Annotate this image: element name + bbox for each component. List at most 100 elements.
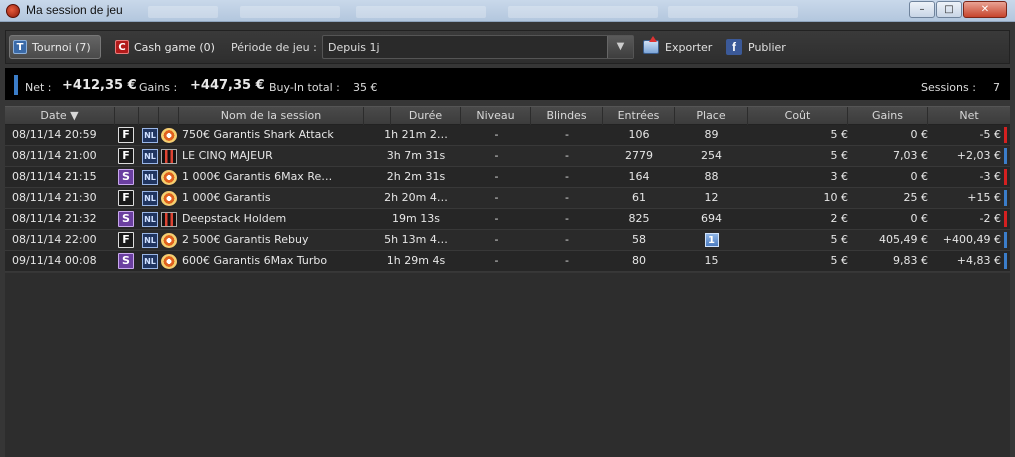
column-header-entries[interactable]: Entrées	[603, 107, 675, 126]
session-level: -	[494, 212, 499, 225]
session-gains: 405,49 €	[879, 233, 928, 246]
result-indicator	[1004, 232, 1007, 248]
facebook-icon: f	[726, 39, 742, 55]
column-header-place[interactable]: Place	[675, 107, 748, 126]
sessions-value: 7	[993, 81, 1000, 94]
summary-bar: Net : +412,35 € Gains : +447,35 € Buy-In…	[5, 68, 1010, 100]
place-value: 254	[701, 149, 722, 162]
poker-room-icon	[161, 191, 177, 206]
table-row[interactable]: 08/11/14 21:15 S NL 1 000€ Garantis 6Max Re…	[5, 167, 1010, 188]
column-header-name[interactable]: Nom de la session	[179, 107, 364, 126]
session-window: T Tournoi (7) C Cash game (0) Période de…	[0, 22, 1015, 457]
summary-indicator	[14, 75, 18, 95]
session-blinds: -	[565, 149, 569, 162]
column-header-type[interactable]	[115, 107, 139, 126]
table-header: Date ▼ Nom de la session Durée Niveau Bl…	[5, 106, 1010, 126]
column-header-gains[interactable]: Gains	[848, 107, 928, 126]
period-select[interactable]: Depuis 1j ▼	[322, 35, 634, 59]
title-bar: Ma session de jeu – □ ✕	[0, 0, 1015, 22]
session-level: -	[494, 128, 499, 141]
first-place-badge: 1	[704, 233, 719, 247]
session-gains: 0 €	[910, 128, 929, 141]
table-row[interactable]: 09/11/14 00:08 S NL 600€ Garantis 6Max Turb…	[5, 251, 1010, 272]
table-row[interactable]: 08/11/14 21:30 F NL 1 000€ Garantis 2h 20m 4…	[5, 188, 1010, 209]
column-header-net[interactable]: Net	[928, 107, 1010, 126]
period-value: Depuis 1j	[328, 41, 380, 54]
session-place: 88	[675, 167, 748, 187]
column-header-blinds[interactable]: Blindes	[531, 107, 603, 126]
session-place: 254	[675, 146, 748, 166]
sessions-table: Date ▼ Nom de la session Durée Niveau Bl…	[5, 106, 1010, 272]
table-row[interactable]: 08/11/14 21:32 S NL Deepstack Holdem 19m 13s…	[5, 209, 1010, 230]
session-entries: 825	[628, 212, 650, 225]
background-tab-ghost	[356, 6, 486, 18]
session-place: 89	[675, 125, 748, 145]
column-header-date[interactable]: Date ▼	[5, 107, 115, 126]
session-level: -	[494, 191, 499, 204]
session-level: -	[494, 170, 499, 183]
column-header-room[interactable]	[159, 107, 179, 126]
session-level: -	[494, 254, 499, 267]
chevron-down-icon[interactable]: ▼	[607, 36, 633, 58]
session-blinds: -	[565, 170, 569, 183]
poker-room-icon	[161, 212, 177, 227]
place-value: 694	[701, 212, 722, 225]
result-indicator	[1004, 253, 1007, 269]
session-name: 2 500€ Garantis Rebuy	[182, 233, 309, 246]
session-place: 15	[675, 251, 748, 271]
session-cost: 10 €	[823, 191, 849, 204]
session-gains: 0 €	[910, 170, 929, 183]
game-type-badge-icon: F	[118, 232, 134, 248]
game-type-badge-icon: F	[118, 148, 134, 164]
background-tab-ghost	[240, 6, 340, 18]
no-limit-icon: NL	[142, 128, 158, 143]
result-indicator	[1004, 211, 1007, 227]
table-row[interactable]: 08/11/14 20:59 F NL 750€ Garantis Shark Att…	[5, 125, 1010, 146]
session-duration: 2h 20m 4…	[384, 191, 448, 204]
result-indicator	[1004, 148, 1007, 164]
column-header-limit[interactable]	[139, 107, 159, 126]
minimize-button[interactable]: –	[909, 1, 935, 18]
publish-button[interactable]: f Publier	[726, 36, 786, 58]
session-cost: 5 €	[830, 149, 849, 162]
tournament-badge-icon: T	[13, 40, 27, 54]
no-limit-icon: NL	[142, 254, 158, 269]
period-label: Période de jeu :	[231, 41, 317, 54]
background-tab-ghost	[668, 6, 798, 18]
session-duration: 3h 7m 31s	[386, 149, 446, 162]
poker-room-icon	[161, 254, 177, 269]
session-gains: 0 €	[910, 212, 929, 225]
session-entries: 80	[632, 254, 646, 267]
maximize-button[interactable]: □	[936, 1, 962, 18]
sessions-label: Sessions :	[921, 81, 976, 94]
place-value: 89	[704, 128, 719, 141]
tab-tournoi[interactable]: T Tournoi (7)	[9, 35, 101, 59]
session-date: 08/11/14 21:00	[12, 149, 97, 162]
session-cost: 5 €	[830, 128, 849, 141]
tab-cash-game[interactable]: C Cash game (0)	[112, 35, 224, 59]
background-tab-ghost	[148, 6, 218, 18]
game-type-badge-icon: F	[118, 127, 134, 143]
toolbar: T Tournoi (7) C Cash game (0) Période de…	[5, 30, 1010, 64]
export-icon	[643, 36, 659, 54]
session-date: 08/11/14 21:32	[12, 212, 97, 225]
session-blinds: -	[565, 212, 569, 225]
tab-cash-game-label: Cash game (0)	[134, 40, 215, 54]
session-duration: 5h 13m 4…	[384, 233, 448, 246]
poker-room-icon	[161, 149, 177, 164]
session-blinds: -	[565, 191, 569, 204]
close-button[interactable]: ✕	[963, 1, 1007, 18]
no-limit-icon: NL	[142, 170, 158, 185]
export-label: Exporter	[665, 40, 713, 54]
no-limit-icon: NL	[142, 212, 158, 227]
session-gains: 25 €	[903, 191, 929, 204]
poker-room-icon	[161, 128, 177, 143]
table-row[interactable]: 08/11/14 21:00 F NL LE CINQ MAJEUR 3h 7m 31s…	[5, 146, 1010, 167]
export-button[interactable]: Exporter	[643, 36, 712, 58]
session-duration: 1h 21m 2…	[384, 128, 448, 141]
column-header-duration[interactable]: Durée	[391, 107, 461, 126]
column-header-cost[interactable]: Coût	[748, 107, 848, 126]
table-row[interactable]: 08/11/14 22:00 F NL 2 500€ Garantis Rebuy 5h…	[5, 230, 1010, 251]
column-header-level[interactable]: Niveau	[461, 107, 531, 126]
cash-badge-icon: C	[115, 40, 129, 54]
